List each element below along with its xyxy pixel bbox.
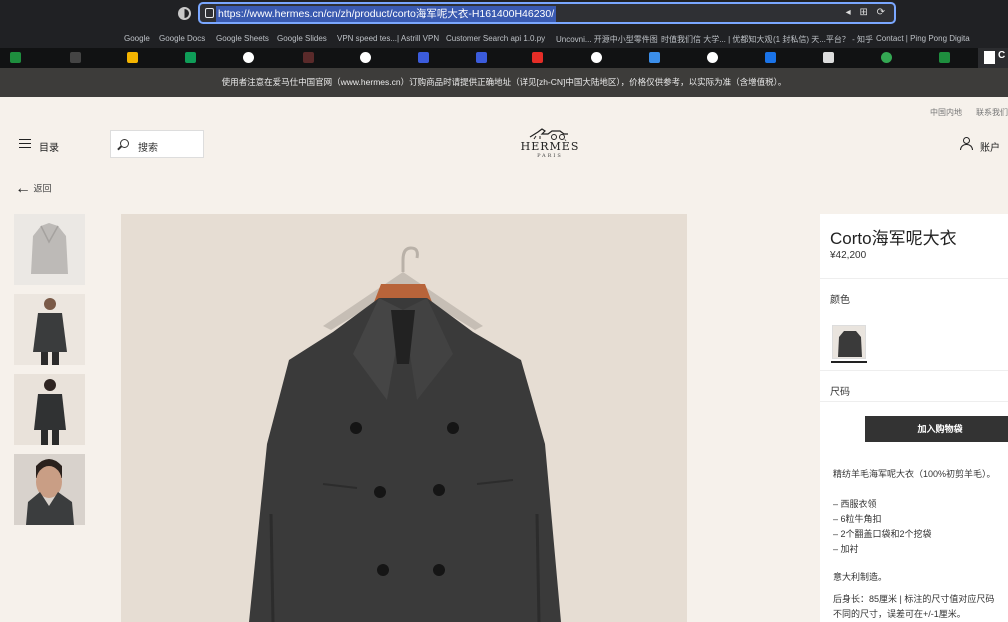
tab-favicon[interactable] bbox=[649, 52, 660, 63]
tab-favicon[interactable] bbox=[765, 52, 776, 63]
description-line: 不同的尺寸，误差可在+/-1厘米。 bbox=[833, 609, 966, 619]
hermes-logo[interactable]: HERMÈS PARIS bbox=[519, 126, 581, 159]
coat-thumbnail-image bbox=[31, 223, 68, 274]
bookmark-item[interactable]: 时值我们信 大学... | 优都知大观 bbox=[661, 34, 772, 45]
description-line: 后身长：85厘米 | 标注的尺寸值对应尺码 bbox=[833, 594, 995, 604]
product-thumbnail-front[interactable] bbox=[14, 214, 85, 285]
active-tab[interactable]: C bbox=[978, 48, 1008, 68]
tab-favicon[interactable] bbox=[881, 52, 892, 63]
region-link[interactable]: 中国内地 bbox=[930, 108, 962, 117]
description-line: – 西服衣领 bbox=[833, 499, 877, 509]
back-label: 返回 bbox=[33, 183, 52, 194]
logo-city: PARIS bbox=[537, 153, 563, 159]
size-label[interactable]: 尺码 bbox=[830, 383, 850, 398]
tab-favicon[interactable] bbox=[418, 52, 429, 63]
product-main-image[interactable] bbox=[121, 214, 687, 622]
description-line: – 2个翻盖口袋和2个挖袋 bbox=[833, 529, 932, 539]
logo-name: HERMÈS bbox=[520, 140, 580, 153]
back-link[interactable]: ← 返回 bbox=[15, 180, 52, 198]
tab-favicon[interactable] bbox=[303, 52, 314, 63]
bookmark-item[interactable]: VPN speed tes...| Astrill VPN bbox=[337, 34, 439, 43]
hamburger-icon bbox=[19, 139, 31, 148]
product-thumbnail-collar-detail[interactable] bbox=[14, 454, 85, 525]
top-right-links: 中国内地 联系我们 bbox=[916, 107, 1008, 118]
bookmark-item[interactable]: Google Docs bbox=[159, 34, 205, 43]
url-text[interactable]: https://www.hermes.cn/cn/zh/product/cort… bbox=[216, 6, 557, 22]
model-closeup-image bbox=[26, 459, 74, 525]
bookmark-item[interactable]: Contact | Ping Pong Digita bbox=[876, 34, 970, 43]
google-tab-icon[interactable] bbox=[243, 52, 254, 63]
description-line: 精纺羊毛海军呢大衣（100%初剪羊毛）。 bbox=[833, 469, 996, 479]
bookmark-item[interactable]: Uncovni... 开源中小型零件图 bbox=[556, 34, 658, 45]
divider bbox=[820, 370, 1008, 371]
color-label: 颜色 bbox=[830, 295, 850, 306]
tab-strip: C bbox=[0, 48, 1008, 68]
search-label: 搜索 bbox=[138, 143, 158, 154]
search-icon bbox=[120, 139, 129, 148]
bookmark-item[interactable]: Customer Search api 1.0.py bbox=[446, 34, 545, 43]
selected-swatch-indicator bbox=[831, 361, 867, 363]
google-tab-icon[interactable] bbox=[707, 52, 718, 63]
tab-favicon[interactable] bbox=[476, 52, 487, 63]
model-back-image bbox=[34, 379, 66, 445]
menu-label: 目录 bbox=[39, 143, 59, 154]
color-swatch-charcoal[interactable] bbox=[832, 325, 866, 359]
add-to-cart-button[interactable]: 加入购物袋 bbox=[865, 416, 1008, 442]
search-button[interactable]: 搜索 bbox=[110, 130, 204, 158]
divider bbox=[820, 401, 1008, 402]
bookmark-item[interactable]: Google Sheets bbox=[216, 34, 269, 43]
product-info-panel: Corto海军呢大衣 ¥42,200 颜色 尺码 加入购物袋 精纺羊毛海军呢大衣… bbox=[820, 214, 1008, 622]
address-bar[interactable]: https://www.hermes.cn/cn/zh/product/cort… bbox=[198, 2, 896, 24]
product-price: ¥42,200 bbox=[830, 250, 867, 261]
description-line: – 6粒牛角扣 bbox=[833, 514, 882, 524]
sheets-tab-icon[interactable] bbox=[939, 52, 950, 63]
page-favicon-icon bbox=[984, 51, 995, 64]
tab-favicon[interactable] bbox=[70, 52, 81, 63]
lock-icon[interactable] bbox=[205, 8, 214, 18]
google-tab-icon[interactable] bbox=[591, 52, 602, 63]
coat-swatch-image bbox=[838, 331, 862, 357]
google-tab-icon[interactable] bbox=[360, 52, 371, 63]
bookmark-item[interactable]: Google bbox=[124, 34, 150, 43]
privacy-shield-icon[interactable] bbox=[178, 7, 191, 20]
product-thumbnail-model-back[interactable] bbox=[14, 374, 85, 445]
tab-favicon[interactable] bbox=[823, 52, 834, 63]
youtube-tab-icon[interactable] bbox=[532, 52, 543, 63]
person-icon bbox=[960, 137, 973, 150]
browser-toolbar: https://www.hermes.cn/cn/zh/product/cort… bbox=[0, 0, 1008, 30]
bookmark-item[interactable]: Google Slides bbox=[277, 34, 327, 43]
drive-tab-icon[interactable] bbox=[127, 52, 138, 63]
notice-banner: 使用者注意在爱马仕中国官网（www.hermes.cn）订购商品时请提供正确地址… bbox=[0, 68, 1008, 97]
back-arrow-icon: ← bbox=[15, 180, 31, 197]
active-tab-title: C bbox=[998, 50, 1006, 61]
drive-tab-icon[interactable] bbox=[185, 52, 196, 63]
contact-link[interactable]: 联系我们 bbox=[976, 108, 1008, 117]
bookmark-item[interactable]: (1 封私信) 天...平台？ - 知乎 bbox=[773, 34, 873, 45]
sheets-tab-icon[interactable] bbox=[10, 52, 21, 63]
account-label: 账户 bbox=[980, 143, 1000, 154]
url-action-icons[interactable]: ◂ ⊞ ⟳ bbox=[846, 7, 888, 18]
model-front-image bbox=[33, 298, 67, 365]
coat-on-hanger-image bbox=[249, 246, 561, 622]
description-line: 意大利制造。 bbox=[833, 572, 888, 582]
description-line: – 加衬 bbox=[833, 544, 859, 554]
product-title: Corto海军呢大衣 bbox=[830, 229, 957, 248]
carriage-logo-icon bbox=[529, 128, 568, 140]
bookmarks-bar: Google Google Docs Google Sheets Google … bbox=[0, 30, 1008, 48]
product-thumbnail-model-front[interactable] bbox=[14, 294, 85, 365]
divider bbox=[820, 278, 1008, 279]
